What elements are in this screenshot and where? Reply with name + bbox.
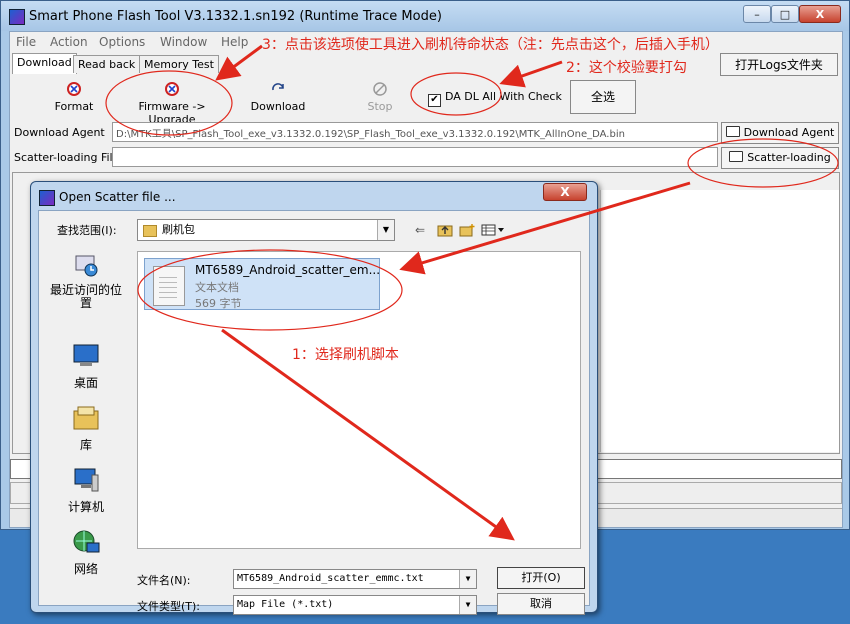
firmware-upgrade-button[interactable]: Firmware -> Upgrade (118, 82, 226, 126)
format-button[interactable]: Format (46, 82, 102, 113)
open-logs-folder-button[interactable]: 打开Logs文件夹 (720, 53, 838, 76)
app-icon (9, 9, 25, 25)
scatter-loading-button-label: Scatter-loading (747, 151, 831, 164)
desktop-icon (73, 344, 99, 366)
cancel-button[interactable]: 取消 (497, 593, 585, 615)
text-document-icon (153, 266, 185, 306)
network-globe-icon (73, 530, 100, 553)
folder-icon (143, 225, 157, 237)
file-item-scatter[interactable]: MT6589_Android_scatter_em... 文本文档 569 字节 (144, 258, 380, 310)
download-agent-path-field[interactable]: D:\MTK工具\SP_Flash_Tool_exe_v3.1332.0.192… (112, 122, 718, 142)
download-button[interactable]: Download (248, 82, 308, 113)
view-menu-icon[interactable] (481, 223, 505, 240)
new-folder-icon[interactable] (459, 223, 475, 240)
maximize-button[interactable]: □ (771, 5, 799, 23)
tab-memory-test[interactable]: Memory Test (139, 55, 219, 73)
download-agent-button[interactable]: Download Agent (721, 122, 839, 144)
firmware-icon (165, 82, 179, 96)
chevron-down-icon[interactable]: ▼ (377, 220, 394, 240)
place-recent[interactable]: 最近访问的位置 (43, 253, 129, 310)
look-in-label: 查找范围(I): (57, 224, 117, 237)
open-button[interactable]: 打开(O) (497, 567, 585, 589)
stop-button[interactable]: Stop (360, 82, 400, 113)
tab-download[interactable]: Download (12, 53, 77, 74)
computer-icon (74, 468, 99, 492)
menu-options[interactable]: Options (99, 35, 145, 49)
scatter-loading-button[interactable]: Scatter-loading (721, 147, 839, 169)
stop-icon (373, 82, 387, 96)
menu-help[interactable]: Help (221, 35, 248, 49)
format-label: Format (54, 100, 94, 113)
place-label: 网络 (73, 562, 98, 576)
folder-open-icon (729, 151, 744, 162)
look-in-dropdown[interactable]: 刷机包 ▼ (137, 219, 395, 241)
place-label: 最近访问的位置 (49, 283, 122, 310)
place-library[interactable]: 库 (43, 405, 129, 453)
place-label: 计算机 (67, 500, 104, 514)
da-check-label: DA DL All With Check (445, 90, 562, 103)
stop-label: Stop (367, 100, 393, 113)
annotation-step1: 1：选择刷机脚本 (292, 347, 399, 363)
download-label: Download (250, 100, 306, 113)
minimize-button[interactable]: – (743, 5, 771, 23)
chevron-down-icon[interactable]: ▼ (459, 596, 476, 614)
tab-read-back[interactable]: Read back (73, 55, 141, 73)
annotation-step2: 2：这个校验要打勾 (566, 60, 687, 76)
look-in-value: 刷机包 (162, 223, 195, 236)
place-label: 库 (79, 438, 92, 452)
place-computer[interactable]: 计算机 (43, 467, 129, 515)
tab-strip: Download Read back Memory Test (10, 53, 842, 75)
da-dl-all-with-check-checkbox[interactable]: ✔ DA DL All With Check (428, 90, 562, 107)
scatter-loading-file-label: Scatter-loading File (14, 151, 120, 164)
file-name-value: MT6589_Android_scatter_emmc.txt (237, 573, 424, 584)
format-icon (67, 82, 81, 96)
file-type: 文本文档 (195, 281, 239, 294)
back-arrow-icon[interactable]: ⇐ (415, 223, 425, 237)
place-label: 桌面 (73, 376, 98, 390)
open-scatter-file-dialog: Open Scatter file ... X 查找范围(I): 刷机包 ▼ ⇐… (30, 181, 598, 615)
places-bar: 最近访问的位置 桌面 库 计算机 网络 (43, 251, 129, 576)
download-agent-label: Download Agent (14, 126, 105, 139)
menu-window[interactable]: Window (160, 35, 207, 49)
dialog-app-icon (39, 190, 55, 206)
window-title: Smart Phone Flash Tool V3.1332.1.sn192 (… (29, 9, 442, 24)
recent-places-icon (75, 255, 98, 277)
place-desktop[interactable]: 桌面 (43, 343, 129, 391)
file-name-combobox[interactable]: MT6589_Android_scatter_emmc.txt ▼ (233, 569, 477, 589)
menu-file[interactable]: File (16, 35, 36, 49)
menu-action[interactable]: Action (50, 35, 88, 49)
annotation-step3: 3：点击该选项使工具进入刷机待命状态（注：先点击这个，后插入手机） (262, 37, 719, 53)
dialog-title: Open Scatter file ... (59, 190, 176, 204)
file-type-value: Map File (*.txt) (237, 599, 334, 610)
up-folder-icon[interactable] (437, 223, 453, 240)
file-type-combobox[interactable]: Map File (*.txt) ▼ (233, 595, 477, 615)
dialog-client: 查找范围(I): 刷机包 ▼ ⇐ 最近访问的位置 桌面 库 计算机 网络 MT6… (38, 210, 590, 615)
checkbox-checked-icon: ✔ (428, 94, 441, 107)
file-size: 569 字节 (195, 297, 242, 310)
dialog-close-button[interactable]: X (543, 183, 587, 201)
file-type-label: 文件类型(T): (137, 600, 201, 613)
library-icon (73, 406, 99, 430)
scatter-path-field[interactable] (112, 147, 718, 167)
download-arrow-icon (272, 83, 284, 91)
log-pane (600, 190, 839, 452)
folder-open-icon (725, 126, 740, 137)
download-agent-button-label: Download Agent (743, 126, 835, 139)
close-button[interactable]: X (799, 5, 841, 23)
file-name: MT6589_Android_scatter_em... (195, 263, 381, 277)
file-list: MT6589_Android_scatter_em... 文本文档 569 字节 (137, 251, 581, 549)
title-bar[interactable]: Smart Phone Flash Tool V3.1332.1.sn192 (… (1, 1, 849, 31)
chevron-down-icon[interactable]: ▼ (459, 570, 476, 588)
select-all-button[interactable]: 全选 (570, 80, 636, 114)
place-network[interactable]: 网络 (43, 529, 129, 577)
file-name-label: 文件名(N): (137, 574, 191, 587)
